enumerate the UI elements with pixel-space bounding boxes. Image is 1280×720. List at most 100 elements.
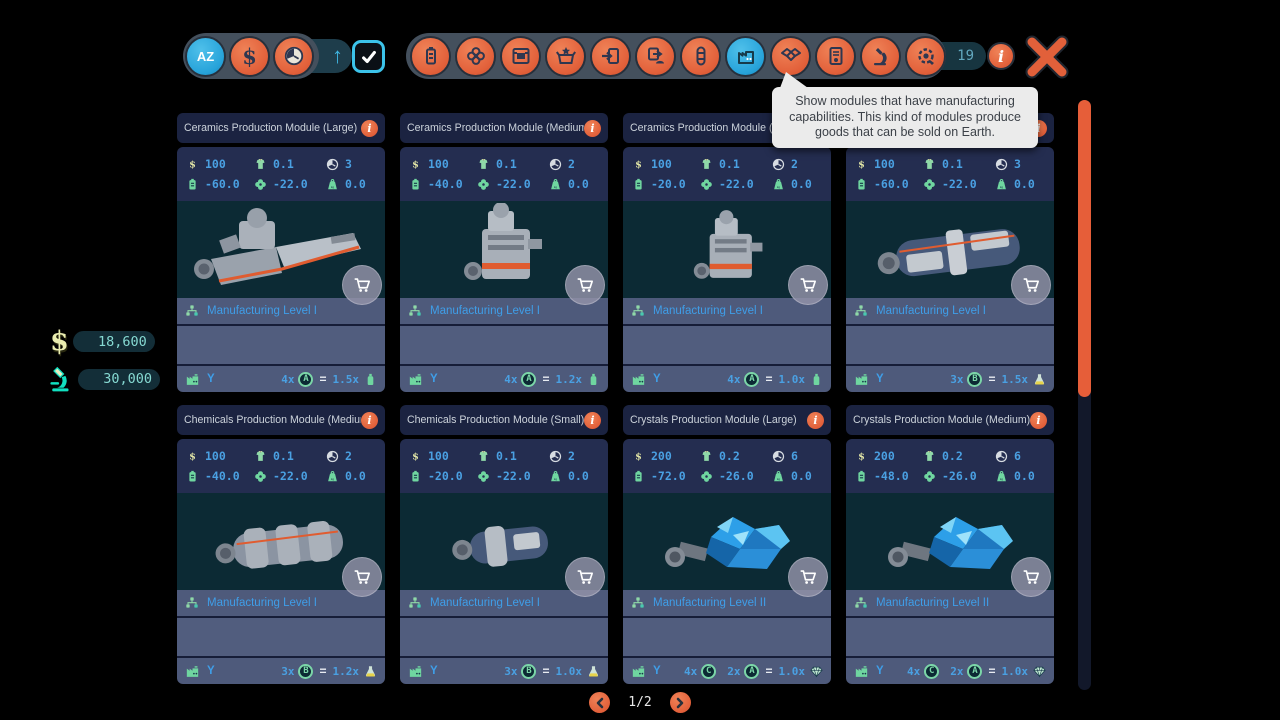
filter-contracts-button[interactable] <box>815 36 856 77</box>
buy-button[interactable] <box>565 265 605 305</box>
buy-button[interactable] <box>788 265 828 305</box>
time-icon <box>994 157 1009 172</box>
mass-icon: kg <box>548 469 563 484</box>
svg-text:$: $ <box>635 159 642 170</box>
cart-icon <box>1020 566 1042 588</box>
module-output-icon <box>644 44 668 68</box>
buy-button[interactable] <box>1011 557 1051 597</box>
filter-manufacturing-button[interactable] <box>725 36 766 77</box>
habitation-icon <box>509 44 533 68</box>
tank-icon <box>689 44 713 68</box>
module-title: Chemicals Production Module (Medium) <box>184 414 361 426</box>
output-qty: 1.0x <box>779 373 806 386</box>
equals-sign: = <box>988 372 995 386</box>
module-info-button[interactable]: i <box>584 412 601 429</box>
module-info-button[interactable]: i <box>361 120 378 137</box>
chevron-left-icon <box>594 697 606 709</box>
sort-alphabetical-button[interactable]: AZ <box>185 36 226 77</box>
filter-tank-button[interactable] <box>680 36 721 77</box>
equals-sign: = <box>988 664 995 678</box>
stat-crew: 0.1 <box>699 157 771 172</box>
empty-row <box>177 618 385 656</box>
filter-module-output-button[interactable] <box>635 36 676 77</box>
stat-mass-value: 0.0 <box>568 469 589 483</box>
prev-page-button[interactable] <box>589 692 610 713</box>
input-qty: 2x <box>950 665 963 678</box>
factory-icon <box>630 663 647 680</box>
stat-mass-value: 0.0 <box>345 177 366 191</box>
module-card: Crystals Production Module (Medium) i $ … <box>846 405 1054 684</box>
stat-price: $ 100 <box>631 157 699 172</box>
stat-air-value: -22.0 <box>496 177 531 191</box>
sort-time-button[interactable] <box>273 36 314 77</box>
cart-icon <box>797 566 819 588</box>
input-qty: 2x <box>727 665 740 678</box>
info-button[interactable]: i <box>987 42 1015 70</box>
filter-trade-button[interactable] <box>770 36 811 77</box>
info-icon: i <box>998 47 1004 66</box>
module-info-button[interactable]: i <box>807 412 824 429</box>
svg-text:kg: kg <box>554 184 558 188</box>
crew-icon <box>476 157 491 172</box>
flask-icon <box>363 664 378 679</box>
buy-button[interactable] <box>342 265 382 305</box>
price-icon: $ <box>631 449 646 464</box>
stat-air: -22.0 <box>476 469 548 484</box>
close-icon <box>1021 33 1073 81</box>
filter-module-input-button[interactable] <box>590 36 631 77</box>
module-info-button[interactable]: i <box>1030 412 1047 429</box>
module-info-button[interactable]: i <box>584 120 601 137</box>
module-image <box>400 201 608 298</box>
stat-price: $ 100 <box>854 157 922 172</box>
buy-button[interactable] <box>1011 265 1051 305</box>
input-qty: 4x <box>907 665 920 678</box>
show-affordable-checkbox[interactable] <box>352 40 385 73</box>
stat-price: $ 100 <box>408 449 476 464</box>
stat-energy-value: -40.0 <box>205 469 240 483</box>
time-icon <box>548 157 563 172</box>
trade-icon <box>779 44 803 68</box>
sort-price-button[interactable]: $ <box>229 36 270 77</box>
scrollbar-track[interactable] <box>1078 100 1091 690</box>
time-icon <box>994 449 1009 464</box>
scrollbar-thumb[interactable] <box>1078 100 1091 397</box>
production-row: Y 3x B = 1.0x <box>400 658 608 684</box>
production-row: Y 3x B = 1.5x <box>846 366 1054 392</box>
svg-text:$: $ <box>858 451 865 462</box>
factory-icon <box>407 371 424 388</box>
bottle-icon <box>363 372 378 387</box>
stat-mass: kg 0.0 <box>548 177 600 192</box>
crew-icon <box>476 449 491 464</box>
svg-text:kg: kg <box>554 476 558 480</box>
module-info-button[interactable]: i <box>361 412 378 429</box>
air-icon <box>699 469 714 484</box>
filter-life-support-button[interactable] <box>455 36 496 77</box>
time-icon <box>325 157 340 172</box>
filter-tooltip: Show modules that have manufacturing cap… <box>772 87 1038 148</box>
mass-icon: kg <box>325 177 340 192</box>
buy-button[interactable] <box>788 557 828 597</box>
buy-button[interactable] <box>342 557 382 597</box>
module-image <box>400 493 608 590</box>
clock-sort-icon <box>283 45 305 67</box>
filter-research-button[interactable] <box>860 36 901 77</box>
filter-engineering-button[interactable] <box>905 36 946 77</box>
module-image <box>177 201 385 298</box>
air-icon <box>476 469 491 484</box>
crew-icon <box>699 157 714 172</box>
output-qty: 1.2x <box>556 373 583 386</box>
production-label: Y <box>876 373 884 385</box>
buy-button[interactable] <box>565 557 605 597</box>
next-page-button[interactable] <box>670 692 691 713</box>
stat-price-value: 100 <box>428 449 449 463</box>
dollar-sort-icon: $ <box>242 44 257 69</box>
stat-time-value: 2 <box>568 449 575 463</box>
card-body: $ 200 0.2 6 -48.0 -26.0 kg 0.0 <box>846 439 1054 684</box>
filter-storage-button[interactable] <box>545 36 586 77</box>
filter-habitation-button[interactable] <box>500 36 541 77</box>
stat-time: 2 <box>771 157 823 172</box>
stat-energy-value: -48.0 <box>874 469 909 483</box>
close-button[interactable] <box>1021 33 1073 81</box>
equals-sign: = <box>542 664 549 678</box>
filter-power-button[interactable] <box>410 36 451 77</box>
